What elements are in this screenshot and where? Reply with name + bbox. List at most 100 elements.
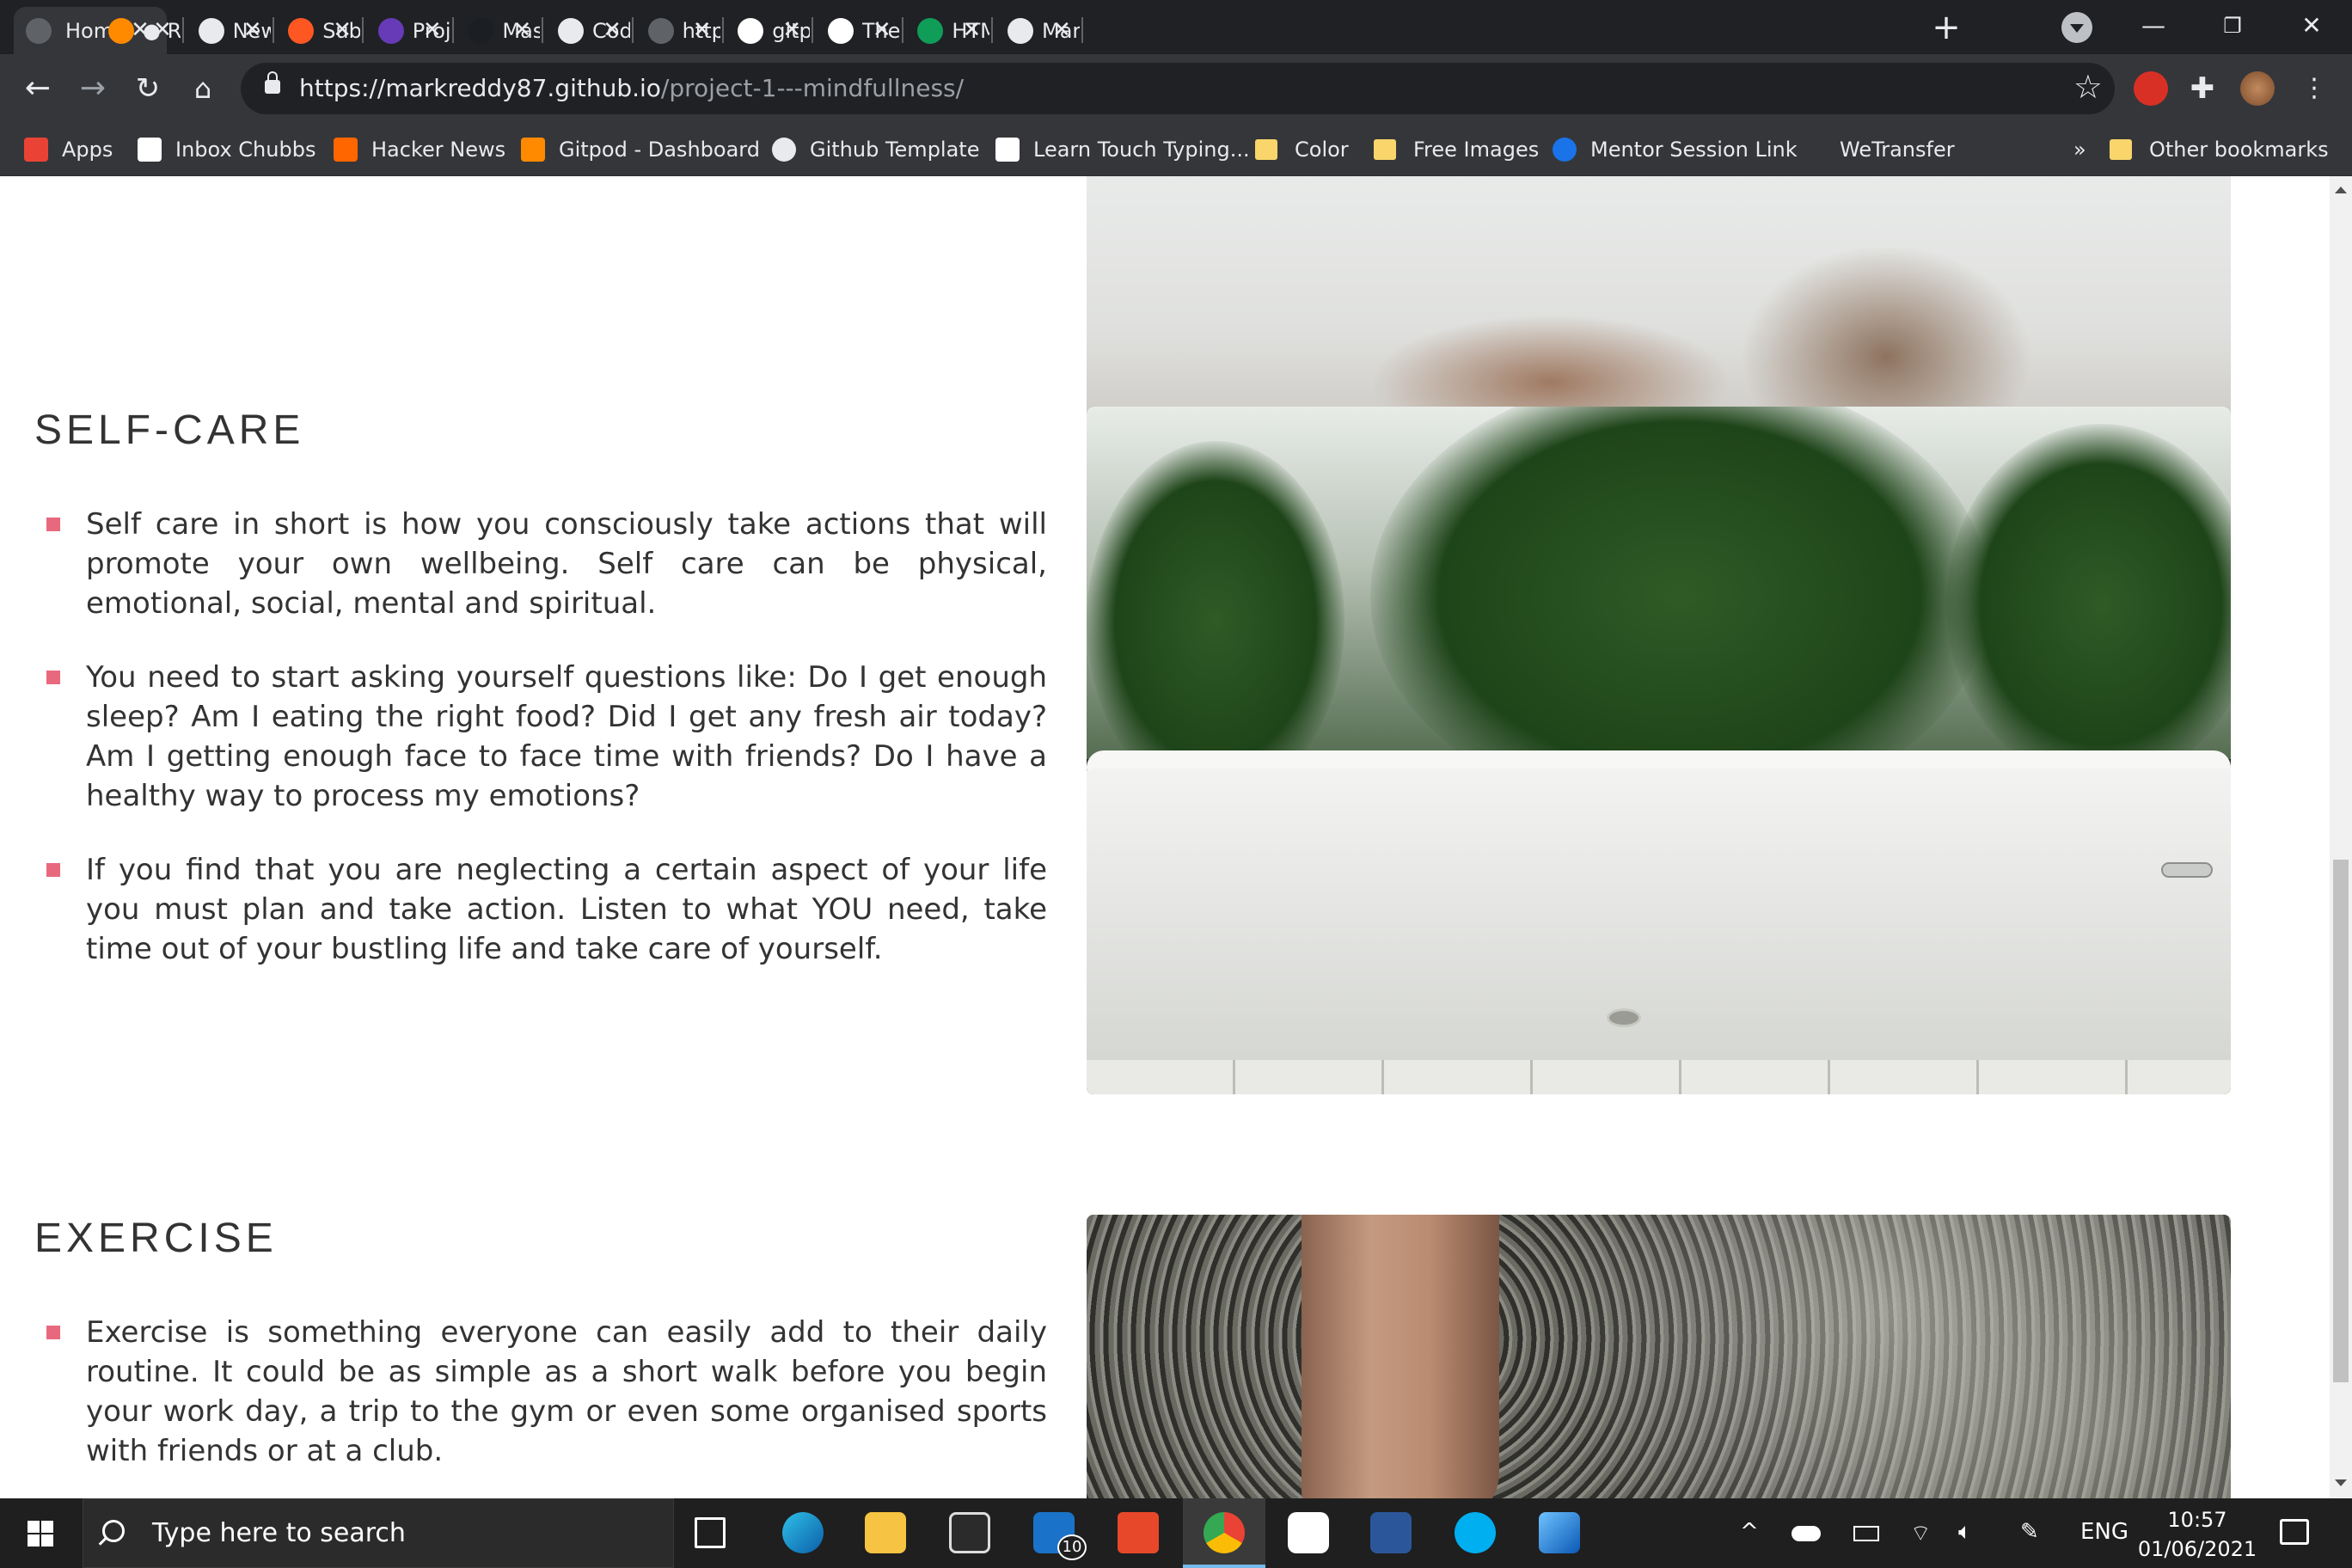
address-bar[interactable]: https://markreddy87.github.io/project-1-…	[241, 63, 2115, 114]
battery-icon[interactable]	[1853, 1526, 1879, 1541]
apps-grid-icon	[24, 138, 48, 162]
bookmark-label: WeTransfer	[1840, 138, 1955, 162]
back-button[interactable]: ←	[17, 68, 58, 109]
lock-icon[interactable]	[265, 71, 280, 94]
reload-button[interactable]: ↻	[127, 68, 168, 109]
bookmark-item[interactable]: Color	[1255, 135, 1349, 164]
new-tab-button[interactable]: +	[1927, 9, 1965, 46]
window-close-icon[interactable]: ✕	[2273, 0, 2350, 52]
task-view-icon[interactable]	[695, 1517, 726, 1548]
word-icon[interactable]	[1370, 1512, 1412, 1553]
bookmark-item[interactable]: Inbox Chubbs	[138, 135, 315, 164]
office-icon[interactable]	[1118, 1512, 1159, 1553]
bookmark-item[interactable]: Apps	[24, 135, 113, 164]
slack-icon[interactable]	[1288, 1512, 1329, 1553]
scroll-up-arrow-icon[interactable]	[2335, 187, 2347, 193]
tab-close-icon[interactable]: ✕	[777, 15, 806, 45]
bookmark-item[interactable]: Free Images	[1374, 135, 1539, 164]
tab-close-icon[interactable]: ✕	[957, 15, 986, 45]
github-icon	[558, 17, 584, 44]
scrollbar-thumb[interactable]	[2333, 860, 2349, 1382]
browser-tab[interactable]: Proje✕	[366, 7, 452, 54]
extensions-puzzle-icon[interactable]: ✚	[2185, 71, 2220, 106]
folder-icon	[1374, 139, 1396, 160]
store-icon[interactable]	[949, 1512, 990, 1553]
profile-avatar[interactable]	[2240, 71, 2275, 106]
tab-close-icon[interactable]: ✕	[1047, 15, 1076, 45]
bookmarks-overflow-button[interactable]: »	[2073, 135, 2086, 164]
browser-tab[interactable]: HTM ✕	[905, 7, 991, 54]
tab-search-icon[interactable]	[2061, 12, 2092, 43]
bookmark-item[interactable]: Learn Touch Typing...	[995, 135, 1250, 164]
browser-tab[interactable]: Mast✕	[456, 7, 542, 54]
edge-icon[interactable]	[782, 1512, 824, 1553]
browser-tab[interactable]: New ✕	[187, 7, 273, 54]
bookmark-label: Github Template	[810, 138, 980, 162]
bookmark-item[interactable]: Hacker News	[334, 135, 505, 164]
bookmark-label: Mentor Session Link	[1590, 138, 1798, 162]
skype-icon[interactable]	[1455, 1512, 1496, 1553]
bookmark-item[interactable]: Gitpod - Dashboard	[521, 135, 760, 164]
browser-tab[interactable]: Mark✕	[995, 7, 1081, 54]
clock-date: 01/06/2021	[2137, 1537, 2257, 1561]
windows-start-icon[interactable]	[28, 1521, 53, 1547]
browser-tab[interactable]: gitpo✕	[726, 7, 812, 54]
tab-close-icon[interactable]: ✕	[597, 15, 627, 45]
forward-button[interactable]: →	[72, 68, 113, 109]
bookmark-star-icon[interactable]: ☆	[2073, 68, 2103, 106]
exercise-legs-image	[1087, 1215, 2231, 1498]
onedrive-icon[interactable]	[1792, 1526, 1821, 1541]
google-icon	[738, 17, 764, 44]
tray-chevron-icon[interactable]: ^	[1740, 1519, 1759, 1545]
github-icon	[468, 17, 494, 44]
tab-close-icon[interactable]: ✕	[507, 15, 536, 45]
browser-tab[interactable]: The V✕	[816, 7, 902, 54]
home-button[interactable]: ⌂	[182, 68, 224, 109]
restore-icon[interactable]: ❐	[2194, 0, 2271, 52]
browser-tab[interactable]: Subn✕	[276, 7, 362, 54]
adblock-extension-icon[interactable]	[2134, 71, 2168, 106]
tab-close-icon[interactable]: ✕	[148, 15, 177, 45]
bookmark-label: Inbox Chubbs	[175, 138, 316, 162]
bookmark-item[interactable]: Mentor Session Link	[1553, 135, 1798, 164]
browser-tab[interactable]: https✕	[636, 7, 722, 54]
photos-icon[interactable]	[1539, 1512, 1580, 1553]
volume-icon[interactable]: 🔈︎	[1958, 1519, 1972, 1546]
y-combinator-icon	[334, 138, 358, 162]
tab-separator	[451, 17, 454, 43]
bookmark-label: Gitpod - Dashboard	[559, 138, 760, 162]
wifi-icon[interactable]: ⌔	[1910, 1519, 1931, 1547]
page-scrollbar[interactable]	[2330, 176, 2352, 1498]
tab-close-icon[interactable]: ✕	[238, 15, 267, 45]
bookmark-label: Free Images	[1413, 138, 1540, 162]
bookmark-item[interactable]: Github Template	[772, 135, 979, 164]
chrome-menu-icon[interactable]: ⋮	[2294, 68, 2335, 109]
scroll-down-arrow-icon[interactable]	[2335, 1479, 2347, 1486]
language-indicator[interactable]: ENG	[2080, 1519, 2128, 1545]
gitpod-icon	[108, 17, 134, 44]
file-explorer-icon[interactable]	[865, 1512, 906, 1553]
list-item: Exercise is something everyone can easil…	[34, 1313, 1047, 1471]
notifications-icon[interactable]	[2280, 1519, 2309, 1545]
taskbar-search-placeholder: Type here to search	[152, 1518, 406, 1548]
system-clock[interactable]: 10:57 01/06/2021	[2137, 1505, 2257, 1564]
pen-icon[interactable]: ✎	[2020, 1519, 2039, 1545]
url-text[interactable]: https://markreddy87.github.io/project-1-…	[299, 74, 964, 102]
tab-close-icon[interactable]: ✕	[688, 15, 717, 45]
browser-tab[interactable]: ● RE/✕	[96, 7, 182, 54]
other-bookmarks-folder[interactable]: Other bookmarks	[2110, 135, 2329, 164]
minimize-icon[interactable]: —	[2115, 0, 2192, 52]
browser-tab[interactable]: Code✕	[546, 7, 632, 54]
tab-separator	[632, 17, 634, 43]
bookmark-item[interactable]: WeTransfer	[1802, 135, 1955, 164]
self-care-list: Self care in short is how you consciousl…	[34, 505, 1047, 1003]
tab-close-icon[interactable]: ✕	[418, 15, 447, 45]
globe-icon	[26, 17, 52, 44]
exercise-list: Exercise is something everyone can easil…	[34, 1313, 1047, 1498]
tab-close-icon[interactable]: ✕	[867, 15, 897, 45]
tab-separator	[721, 17, 724, 43]
taskbar-search-box[interactable]: Type here to search	[83, 1498, 674, 1568]
tab-close-icon[interactable]: ✕	[328, 15, 357, 45]
other-bookmarks-label: Other bookmarks	[2149, 138, 2329, 162]
chrome-icon	[1204, 1512, 1245, 1553]
